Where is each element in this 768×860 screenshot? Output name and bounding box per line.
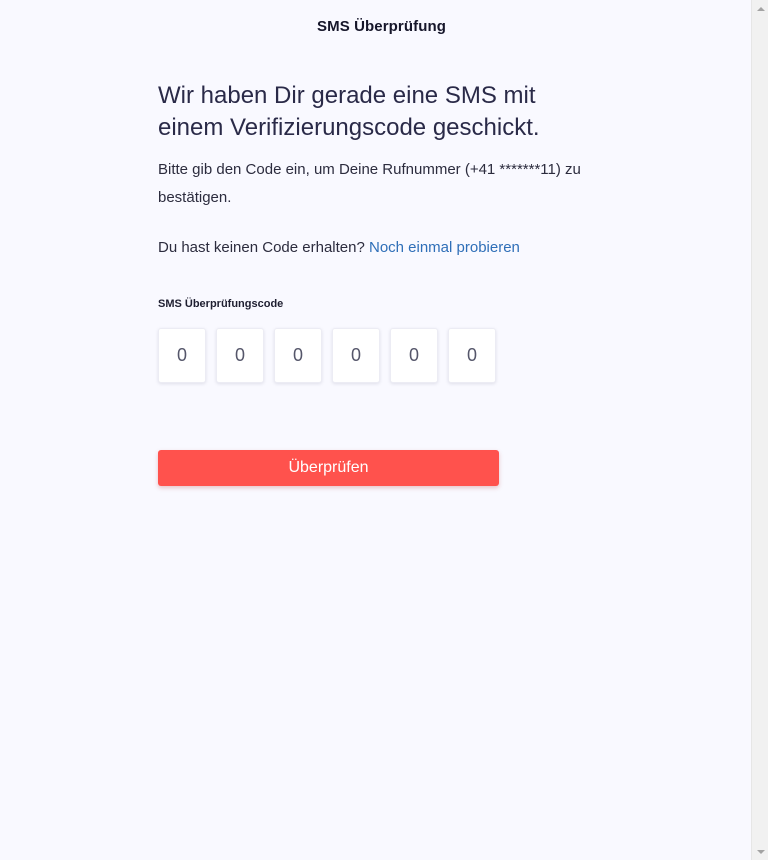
retry-row: Du hast keinen Code erhalten? Noch einma… <box>158 236 598 260</box>
code-field-label: SMS Überprüfungscode <box>158 298 284 310</box>
verification-content: Wir haben Dir gerade eine SMS mit einem … <box>158 80 598 260</box>
vertical-scrollbar[interactable] <box>751 0 768 860</box>
scroll-up-arrow-icon[interactable] <box>752 0 768 17</box>
headline: Wir haben Dir gerade eine SMS mit einem … <box>158 82 540 141</box>
scroll-down-arrow-icon[interactable] <box>752 843 768 860</box>
code-digit-input-6[interactable] <box>448 328 496 383</box>
code-digit-input-2[interactable] <box>216 328 264 383</box>
retry-link[interactable]: Noch einmal probieren <box>369 239 520 256</box>
page-title: SMS Überprüfung <box>317 18 446 35</box>
verify-button[interactable]: Überprüfen <box>158 450 499 486</box>
sms-verification-page: SMS Überprüfung Wir haben Dir gerade ein… <box>0 0 751 860</box>
description-text: Bitte gib den Code ein, um Deine Rufnumm… <box>158 161 581 206</box>
code-digit-input-4[interactable] <box>332 328 380 383</box>
code-digit-input-5[interactable] <box>390 328 438 383</box>
code-digit-input-3[interactable] <box>274 328 322 383</box>
retry-prompt: Du hast keinen Code erhalten? <box>158 239 365 256</box>
code-digit-input-1[interactable] <box>158 328 206 383</box>
code-input-group <box>158 328 496 383</box>
